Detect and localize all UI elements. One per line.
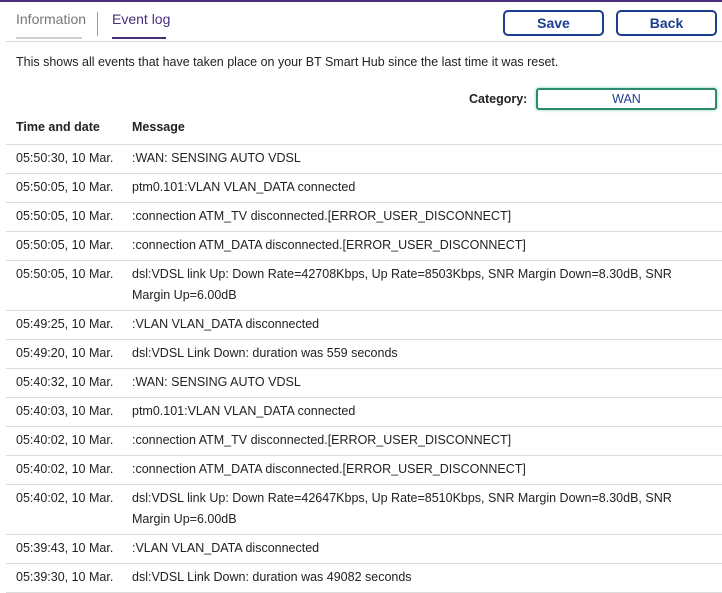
event-time: 05:50:05, 10 Mar. [16, 267, 114, 281]
event-time: 05:39:43, 10 Mar. [16, 541, 114, 555]
table-row: 05:50:30, 10 Mar. :WAN: SENSING AUTO VDSL [6, 145, 722, 174]
tab-divider [97, 12, 98, 36]
event-time: 05:39:30, 10 Mar. [16, 570, 114, 584]
event-message: :connection ATM_DATA disconnected.[ERROR… [132, 238, 526, 252]
tab-bar: Information Event log Save Back [0, 2, 722, 42]
tab-information-label: Information [16, 11, 87, 27]
event-message: dsl:VDSL Link Down: duration was 559 sec… [132, 346, 398, 360]
table-row: 05:50:05, 10 Mar. :connection ATM_DATA di… [6, 232, 722, 261]
event-time: 05:50:05, 10 Mar. [16, 238, 114, 252]
table-row: 05:40:32, 10 Mar. :WAN: SENSING AUTO VDSL [6, 369, 722, 398]
table-row: 05:39:43, 10 Mar. :VLAN VLAN_DATA disconn… [6, 535, 722, 564]
category-label: Category: [469, 92, 528, 106]
event-message: dsl:VDSL link Up: Down Rate=42647Kbps, U… [132, 491, 672, 526]
category-select[interactable]: WAN [536, 88, 717, 110]
event-time: 05:40:02, 10 Mar. [16, 433, 114, 447]
tab-event-log-label: Event log [112, 11, 171, 27]
event-time: 05:50:05, 10 Mar. [16, 180, 114, 194]
back-button[interactable]: Back [616, 10, 717, 36]
event-message: dsl:VDSL link Up: Down Rate=42708Kbps, U… [132, 267, 672, 302]
event-message: ptm0.101:VLAN VLAN_DATA connected [132, 180, 356, 194]
event-message: :connection ATM_DATA disconnected.[ERROR… [132, 462, 526, 476]
intro-text: This shows all events that have taken pl… [16, 55, 559, 69]
event-time: 05:40:02, 10 Mar. [16, 491, 114, 505]
save-button[interactable]: Save [503, 10, 604, 36]
event-message: :connection ATM_TV disconnected.[ERROR_U… [132, 433, 512, 447]
column-header-message: Message [132, 120, 185, 134]
event-time: 05:40:03, 10 Mar. [16, 404, 114, 418]
table-row: 05:49:20, 10 Mar. dsl:VDSL Link Down: dur… [6, 340, 722, 369]
table-row: 05:39:30, 10 Mar. dsl:VDSL Link Down: dur… [6, 564, 722, 593]
event-time: 05:50:05, 10 Mar. [16, 209, 114, 223]
event-message: :connection ATM_TV disconnected.[ERROR_U… [132, 209, 512, 223]
event-message: dsl:VDSL Link Down: duration was 49082 s… [132, 570, 412, 584]
table-row: 05:40:02, 10 Mar. dsl:VDSL link Up: Down … [6, 485, 722, 535]
event-message: :WAN: SENSING AUTO VDSL [132, 151, 301, 165]
tab-information-underline [16, 37, 82, 39]
table-row: 05:40:02, 10 Mar. :connection ATM_TV disc… [6, 427, 722, 456]
table-row: 05:40:03, 10 Mar. ptm0.101:VLAN VLAN_DATA… [6, 398, 722, 427]
event-time: 05:49:25, 10 Mar. [16, 317, 114, 331]
event-message: :WAN: SENSING AUTO VDSL [132, 375, 301, 389]
tab-event-log[interactable]: Event log [112, 11, 171, 39]
event-table: 05:50:30, 10 Mar. :WAN: SENSING AUTO VDSL… [6, 144, 722, 593]
table-row: 05:50:05, 10 Mar. :connection ATM_TV disc… [6, 203, 722, 232]
event-time: 05:40:02, 10 Mar. [16, 462, 114, 476]
column-header-time: Time and date [16, 120, 100, 134]
header-separator [6, 41, 722, 42]
event-time: 05:50:30, 10 Mar. [16, 151, 114, 165]
table-row: 05:49:25, 10 Mar. :VLAN VLAN_DATA disconn… [6, 311, 722, 340]
event-message: :VLAN VLAN_DATA disconnected [132, 541, 320, 555]
table-row: 05:50:05, 10 Mar. dsl:VDSL link Up: Down … [6, 261, 722, 311]
event-message: :VLAN VLAN_DATA disconnected [132, 317, 320, 331]
event-time: 05:40:32, 10 Mar. [16, 375, 114, 389]
event-message: ptm0.101:VLAN VLAN_DATA connected [132, 404, 356, 418]
table-row: 05:50:05, 10 Mar. ptm0.101:VLAN VLAN_DATA… [6, 174, 722, 203]
event-time: 05:49:20, 10 Mar. [16, 346, 114, 360]
tab-information[interactable]: Information [16, 11, 87, 39]
table-row: 05:40:02, 10 Mar. :connection ATM_DATA di… [6, 456, 722, 485]
tab-event-log-underline [112, 37, 166, 39]
